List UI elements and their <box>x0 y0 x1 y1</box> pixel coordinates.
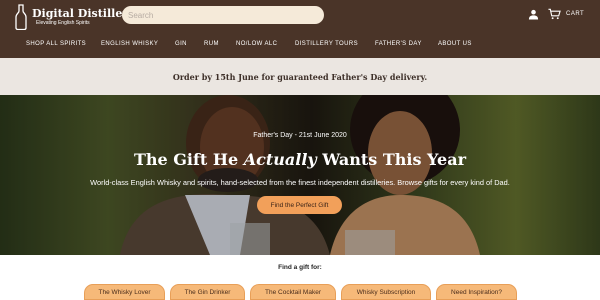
chip-need-inspiration[interactable]: Need Inspiration? <box>436 284 517 300</box>
chip-gin-drinker[interactable]: The Gin Drinker <box>170 284 245 300</box>
nav-item-english-whisky[interactable]: ENGLISH WHISKY <box>101 41 158 47</box>
chip-whisky-lover[interactable]: The Whisky Lover <box>84 284 165 300</box>
hero-eyebrow: Father's Day - 21st June 2020 <box>253 132 347 139</box>
hero-description: World-class English Whisky and spirits, … <box>90 178 510 187</box>
brand-name: Digital Distiller <box>32 7 129 20</box>
main-nav: SHOP ALL SPIRITS ENGLISH WHISKY GIN RUM … <box>0 41 600 53</box>
find-perfect-gift-button[interactable]: Find the Perfect Gift <box>257 196 342 214</box>
cart-icon <box>548 8 561 20</box>
hero-banner: Father's Day - 21st June 2020 The Gift H… <box>0 95 600 255</box>
bottle-icon <box>15 4 27 30</box>
nav-item-rum[interactable]: RUM <box>204 41 219 47</box>
site-header: Digital Distiller Elevating English Spir… <box>0 0 600 58</box>
nav-item-fathers-day[interactable]: FATHER'S DAY <box>375 41 422 47</box>
chip-whisky-subscription[interactable]: Whisky Subscription <box>341 284 431 300</box>
cart-label: CART <box>566 11 585 17</box>
hero-photo <box>0 95 600 255</box>
search-input[interactable] <box>122 6 324 24</box>
nav-item-about-us[interactable]: ABOUT US <box>438 41 472 47</box>
brand-logo[interactable]: Digital Distiller Elevating English Spir… <box>14 4 128 30</box>
gift-finder-title: Find a gift for: <box>278 264 322 271</box>
announcement-bar: Order by 15th June for guaranteed Father… <box>0 58 600 95</box>
nav-item-no-low-alc[interactable]: NO/LOW ALC <box>236 41 277 47</box>
chip-cocktail-maker[interactable]: The Cocktail Maker <box>250 284 336 300</box>
nav-item-shop-all-spirits[interactable]: SHOP ALL SPIRITS <box>26 41 86 47</box>
nav-item-distillery-tours[interactable]: DISTILLERY TOURS <box>295 41 358 47</box>
announcement-text: Order by 15th June for guaranteed Father… <box>172 71 428 82</box>
brand-tagline: Elevating English Spirits <box>36 20 90 26</box>
cart-button[interactable]: CART <box>548 8 584 20</box>
account-icon[interactable] <box>528 9 539 20</box>
hero-title: The Gift He Actually Wants This Year <box>133 150 467 169</box>
nav-item-gin[interactable]: GIN <box>175 41 187 47</box>
hero-title-emphasis: Actually <box>243 150 317 169</box>
